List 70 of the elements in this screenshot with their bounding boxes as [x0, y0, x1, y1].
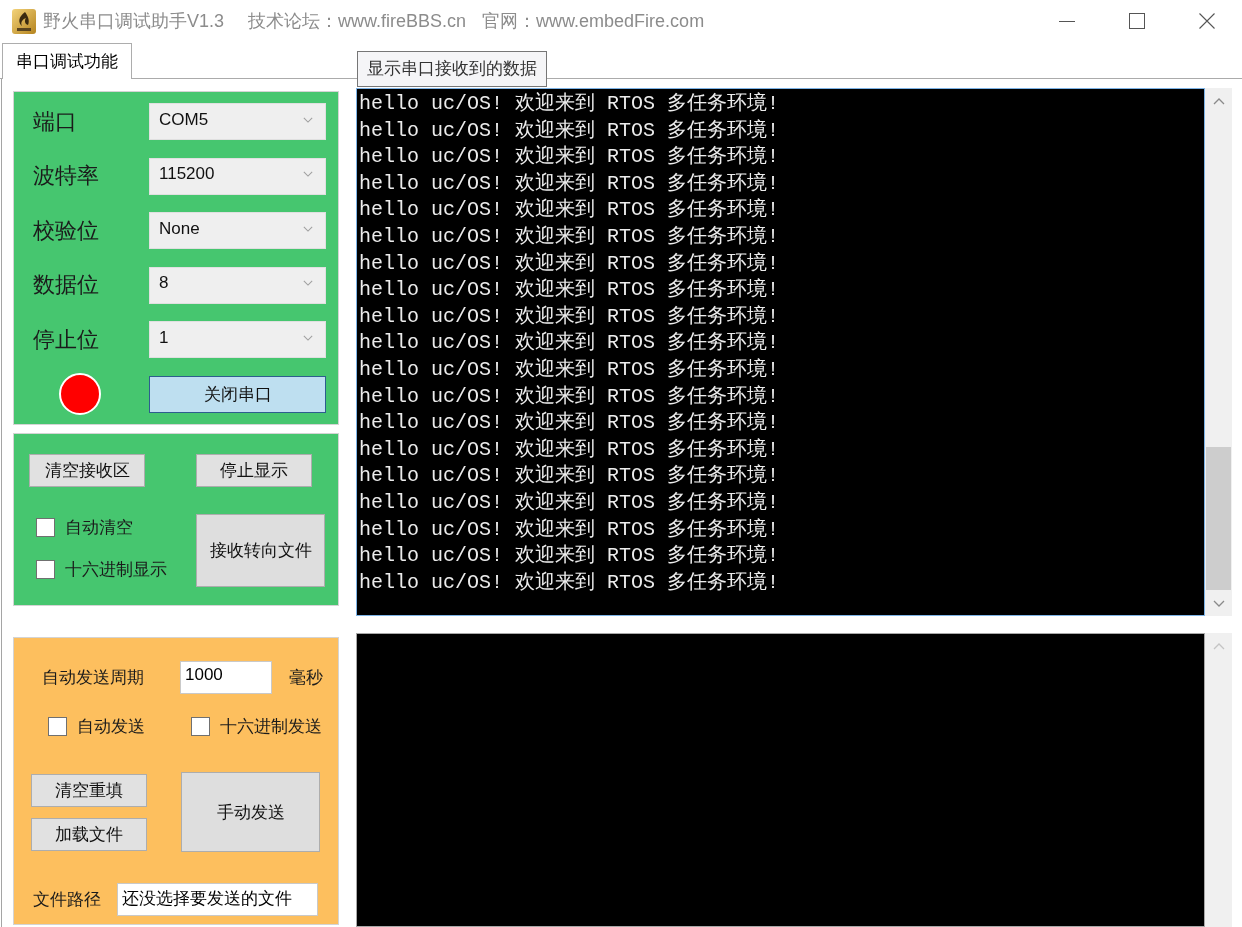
- tooltip: 显示串口接收到的数据: [357, 51, 547, 87]
- terminal-line: hello uc/OS! 欢迎来到 RTOS 多任务环境!: [359, 410, 780, 437]
- dropdown[interactable]: None: [149, 212, 326, 249]
- terminal-line: hello uc/OS! 欢迎来到 RTOS 多任务环境!: [359, 91, 780, 117]
- terminal-line: hello uc/OS! 欢迎来到 RTOS 多任务环境!: [359, 356, 780, 383]
- terminal-line: hello uc/OS! 欢迎来到 RTOS 多任务环境!: [359, 277, 780, 304]
- chevron-down-icon: [303, 171, 313, 177]
- checkbox-label[interactable]: 自动清空: [65, 516, 133, 539]
- checkbox-label[interactable]: 自动发送: [77, 715, 145, 738]
- checkbox-label[interactable]: 十六进制显示: [65, 558, 167, 581]
- scroll-thumb[interactable]: [1206, 447, 1231, 590]
- forum-address: 技术论坛：www.fireBBS.cn: [248, 10, 467, 33]
- field-label: 自动发送周期: [42, 667, 145, 689]
- chevron-down-icon: [303, 280, 313, 286]
- terminal-line: hello uc/OS! 欢迎来到 RTOS 多任务环境!: [359, 144, 780, 171]
- terminal-line: hello uc/OS! 欢迎来到 RTOS 多任务环境!: [359, 170, 780, 197]
- terminal-line: hello uc/OS! 欢迎来到 RTOS 多任务环境!: [359, 303, 780, 330]
- chevron-down-icon: [303, 334, 313, 341]
- terminal-line: hello uc/OS! 欢迎来到 RTOS 多任务环境!: [359, 463, 780, 490]
- website-address: 官网：www.embedFire.com: [482, 10, 705, 33]
- terminal-line: hello uc/OS! 欢迎来到 RTOS 多任务环境!: [359, 383, 780, 410]
- terminal-line: hello uc/OS! 欢迎来到 RTOS 多任务环境!: [359, 436, 780, 463]
- period-field[interactable]: 1000: [180, 661, 272, 694]
- field-label: 校验位: [33, 216, 100, 245]
- checkbox[interactable]: [36, 518, 55, 537]
- window-title: 野火串口调试助手V1.3: [43, 10, 225, 33]
- field-label: 波特率: [33, 162, 100, 190]
- terminal-line: hello uc/OS! 欢迎来到 RTOS 多任务环境!: [359, 223, 780, 250]
- checkbox-label[interactable]: 十六进制发送: [220, 715, 322, 738]
- app-logo-icon: [12, 8, 36, 34]
- redirect-to-file-button[interactable]: 接收转向文件: [196, 514, 325, 587]
- receive-text-area[interactable]: [356, 88, 1205, 616]
- chevron-up-icon: [1212, 97, 1225, 105]
- chevron-down-icon: [303, 116, 313, 123]
- terminal-line: hello uc/OS! 欢迎来到 RTOS 多任务环境!: [359, 250, 780, 277]
- send-button[interactable]: 手动发送: [181, 772, 320, 852]
- close-port-button[interactable]: 关闭串口: [149, 375, 326, 413]
- field-label: 停止位: [33, 325, 100, 354]
- terminal-line: hello uc/OS! 欢迎来到 RTOS 多任务环境!: [359, 330, 780, 357]
- terminal-line: hello uc/OS! 欢迎来到 RTOS 多任务环境!: [359, 569, 780, 596]
- terminal-line: hello uc/OS! 欢迎来到 RTOS 多任务环境!: [359, 197, 780, 224]
- terminal-line: hello uc/OS! 欢迎来到 RTOS 多任务环境!: [359, 516, 780, 543]
- dropdown[interactable]: 1: [149, 321, 326, 358]
- file-path-field[interactable]: 还没选择要发送的文件: [117, 883, 318, 916]
- load-file-button[interactable]: 加载文件: [31, 818, 147, 851]
- clear-receive-button[interactable]: 清空接收区: [29, 454, 145, 487]
- checkbox[interactable]: [36, 560, 55, 579]
- chevron-down-icon: [1212, 599, 1225, 607]
- minimize-icon: [1059, 20, 1075, 22]
- unit-label: 毫秒: [289, 667, 324, 689]
- maximize-icon: [1129, 13, 1145, 29]
- terminal-line: hello uc/OS! 欢迎来到 RTOS 多任务环境!: [359, 117, 780, 144]
- terminal-line: hello uc/OS! 欢迎来到 RTOS 多任务环境!: [359, 489, 780, 516]
- field-label: 文件路径: [33, 889, 102, 911]
- checkbox[interactable]: [48, 717, 67, 736]
- clear-reset-button[interactable]: 清空重填: [31, 774, 147, 807]
- tab[interactable]: 串口调试功能: [2, 43, 132, 79]
- dropdown[interactable]: 115200: [149, 157, 326, 195]
- stop-display-button[interactable]: 停止显示: [196, 454, 312, 487]
- field-label: 端口: [33, 107, 78, 136]
- field-label: 数据位: [33, 271, 100, 299]
- scrollbar[interactable]: [1205, 633, 1232, 927]
- dropdown[interactable]: COM5: [149, 103, 326, 140]
- terminal-line: hello uc/OS! 欢迎来到 RTOS 多任务环境!: [359, 543, 780, 570]
- chevron-up-icon: [1212, 642, 1225, 650]
- chevron-down-icon: [303, 225, 313, 232]
- dropdown[interactable]: 8: [149, 266, 326, 304]
- checkbox[interactable]: [191, 717, 210, 736]
- close-icon: [1199, 13, 1215, 29]
- scrollbar[interactable]: [1205, 88, 1232, 616]
